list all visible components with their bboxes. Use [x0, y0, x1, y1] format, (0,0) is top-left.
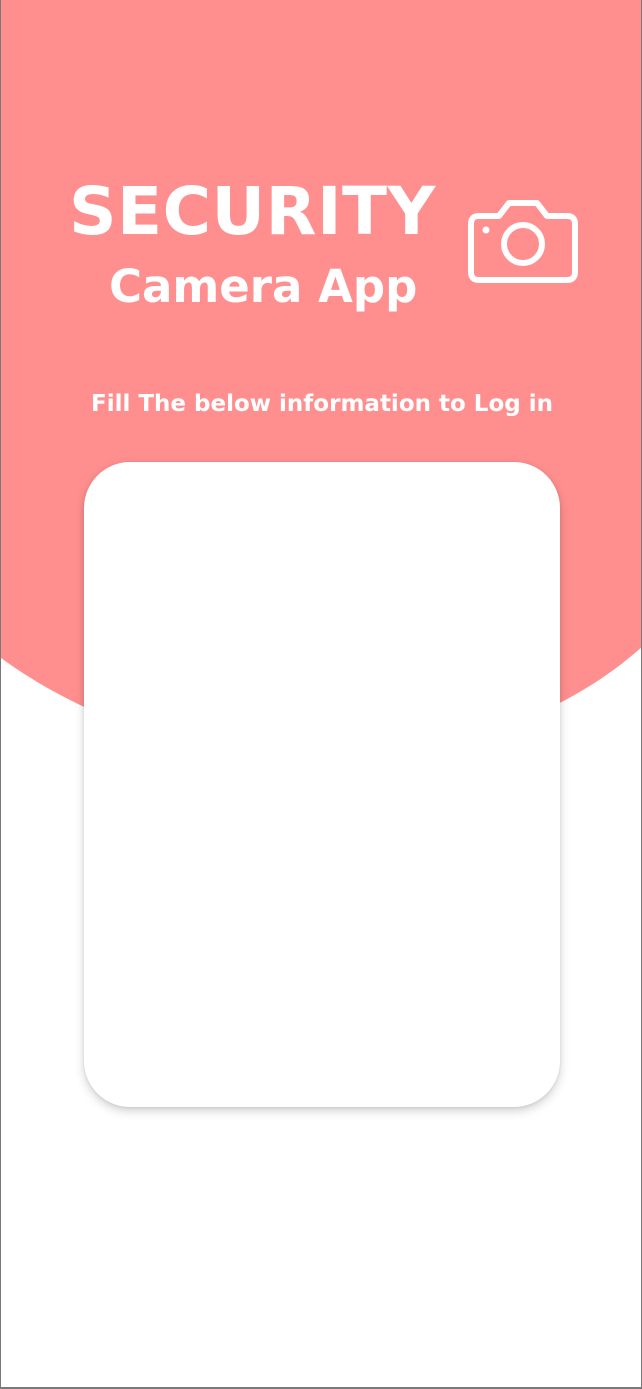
camera-icon	[468, 200, 578, 283]
app-title: SECURITY	[69, 173, 436, 250]
login-instruction: Fill The below information to Log in	[91, 391, 553, 417]
login-screen: SECURITY Camera App Fill The below infor…	[0, 0, 642, 1389]
app-title-block: SECURITY Camera App	[1, 0, 641, 340]
login-form-card	[84, 462, 560, 1107]
app-subtitle: Camera App	[109, 260, 418, 313]
